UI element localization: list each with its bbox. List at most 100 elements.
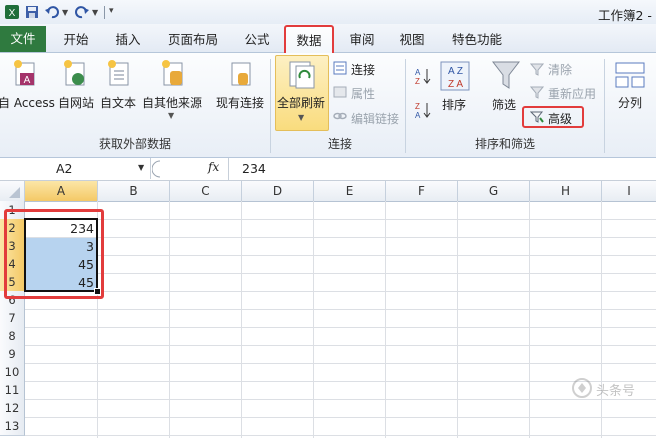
grid-line	[24, 309, 656, 310]
refresh-all-button[interactable]: 全部刷新 ▼	[275, 55, 329, 131]
sort-icon: A Z Z A	[440, 61, 470, 94]
other-sources-dropdown-icon[interactable]: ▼	[168, 111, 174, 120]
row-header-10[interactable]: 10	[0, 363, 25, 382]
filter-icon	[490, 59, 522, 94]
clear-icon	[529, 62, 545, 79]
row-header-7[interactable]: 7	[0, 309, 25, 328]
properties-icon	[333, 85, 347, 102]
grid-line	[24, 417, 656, 418]
other-sources-icon	[160, 59, 186, 92]
redo-icon[interactable]	[74, 4, 90, 20]
grid-line	[24, 381, 656, 382]
sort-asc-icon[interactable]: AZ	[414, 67, 432, 87]
group-separator	[270, 59, 271, 153]
group-label-connections: 连接	[327, 137, 352, 151]
customize-icon[interactable]: ▾	[109, 6, 114, 16]
column-header-c[interactable]: C	[170, 181, 242, 201]
column-header-a[interactable]: A	[25, 181, 98, 201]
tab-review[interactable]: 审阅	[342, 28, 382, 52]
undo-icon[interactable]	[44, 4, 60, 20]
group-label-sort-filter: 排序和筛选	[474, 137, 535, 151]
group-separator	[405, 59, 406, 153]
from-text-button[interactable]: 自文本	[100, 94, 136, 111]
svg-text:Z: Z	[415, 102, 420, 111]
grid-line	[24, 237, 656, 238]
column-header-f[interactable]: F	[386, 181, 458, 201]
svg-text:A Z: A Z	[448, 66, 463, 77]
sort-desc-icon[interactable]: ZA	[414, 101, 432, 122]
column-header-b[interactable]: B	[98, 181, 170, 201]
advanced-filter-icon	[529, 110, 544, 127]
grid-line	[24, 255, 656, 256]
reapply-icon	[529, 85, 545, 102]
save-icon[interactable]	[24, 4, 40, 20]
svg-text:Z: Z	[415, 77, 420, 85]
connections-icon	[333, 61, 347, 78]
column-headers: A B C D E F G H I	[0, 181, 656, 202]
insert-function-icon[interactable]: fx	[208, 160, 219, 174]
svg-text:Z A: Z A	[448, 79, 463, 90]
svg-text:X: X	[9, 8, 16, 19]
filter-button[interactable]: 筛选	[492, 96, 516, 113]
grid-line	[24, 273, 656, 274]
redo-dropdown-icon[interactable]: ▼	[92, 8, 98, 17]
from-web-button[interactable]: 自网站	[58, 94, 94, 111]
text-to-columns-button[interactable]: 分列	[618, 94, 642, 111]
row-header-12[interactable]: 12	[0, 399, 25, 418]
advanced-button[interactable]: 高级	[522, 106, 584, 128]
clear-button[interactable]: 清除	[548, 61, 572, 78]
reapply-button[interactable]: 重新应用	[548, 85, 596, 102]
sort-button[interactable]: 排序	[442, 96, 466, 113]
existing-connections-button[interactable]: 现有连接	[216, 94, 264, 111]
column-header-g[interactable]: G	[458, 181, 530, 201]
title-bar: X ▼ ▼ ▾ 工作簿2 -	[0, 0, 656, 25]
row-header-8[interactable]: 8	[0, 327, 25, 346]
web-icon	[62, 59, 88, 92]
grid-line	[24, 399, 656, 400]
name-box-dropdown-icon[interactable]: ▼	[138, 163, 144, 172]
formula-bar-splitter[interactable]	[151, 160, 196, 178]
from-access-button[interactable]: 自 Access	[0, 94, 55, 111]
access-icon: A	[12, 59, 38, 92]
watermark-text: 头条号	[596, 384, 636, 399]
undo-dropdown-icon[interactable]: ▼	[62, 8, 68, 17]
row-header-11[interactable]: 11	[0, 381, 25, 400]
tab-home[interactable]: 开始	[56, 28, 96, 52]
tab-special[interactable]: 特色功能	[446, 28, 508, 52]
from-other-sources-button[interactable]: 自其他来源	[142, 94, 202, 111]
name-box[interactable]: A2 ▼	[0, 158, 151, 179]
grid-line	[24, 363, 656, 364]
text-file-icon	[106, 59, 132, 92]
group-label-external-data: 获取外部数据	[98, 137, 171, 151]
properties-button[interactable]: 属性	[351, 85, 375, 102]
column-header-e[interactable]: E	[314, 181, 386, 201]
tab-formulas[interactable]: 公式	[238, 28, 276, 52]
column-header-i[interactable]: I	[602, 181, 656, 201]
tab-file[interactable]: 文件	[0, 26, 46, 52]
formula-input[interactable]: 234	[242, 161, 266, 176]
excel-app-icon[interactable]: X	[4, 4, 20, 20]
row-header-13[interactable]: 13	[0, 417, 25, 436]
column-header-d[interactable]: D	[242, 181, 314, 201]
refresh-dropdown-icon[interactable]: ▼	[298, 113, 304, 122]
refresh-icon	[288, 60, 316, 93]
svg-text:A: A	[24, 75, 31, 86]
name-box-value: A2	[56, 161, 73, 176]
existing-connections-icon	[228, 59, 254, 92]
connections-button[interactable]: 连接	[351, 61, 375, 78]
grid-line	[24, 327, 656, 328]
edit-links-icon	[333, 109, 347, 126]
advanced-label: 高级	[548, 112, 573, 126]
row-header-9[interactable]: 9	[0, 345, 25, 364]
tab-page-layout[interactable]: 页面布局	[162, 28, 224, 52]
column-header-h[interactable]: H	[530, 181, 602, 201]
edit-links-button[interactable]: 编辑链接	[351, 110, 399, 127]
grid-line	[24, 219, 656, 220]
watermark-logo-icon	[572, 378, 592, 401]
text-to-columns-icon	[614, 59, 646, 94]
tab-insert[interactable]: 插入	[108, 28, 148, 52]
select-all-corner[interactable]	[0, 181, 25, 201]
svg-text:A: A	[415, 68, 421, 77]
grid-line	[24, 291, 656, 292]
tab-view[interactable]: 视图	[392, 28, 432, 52]
